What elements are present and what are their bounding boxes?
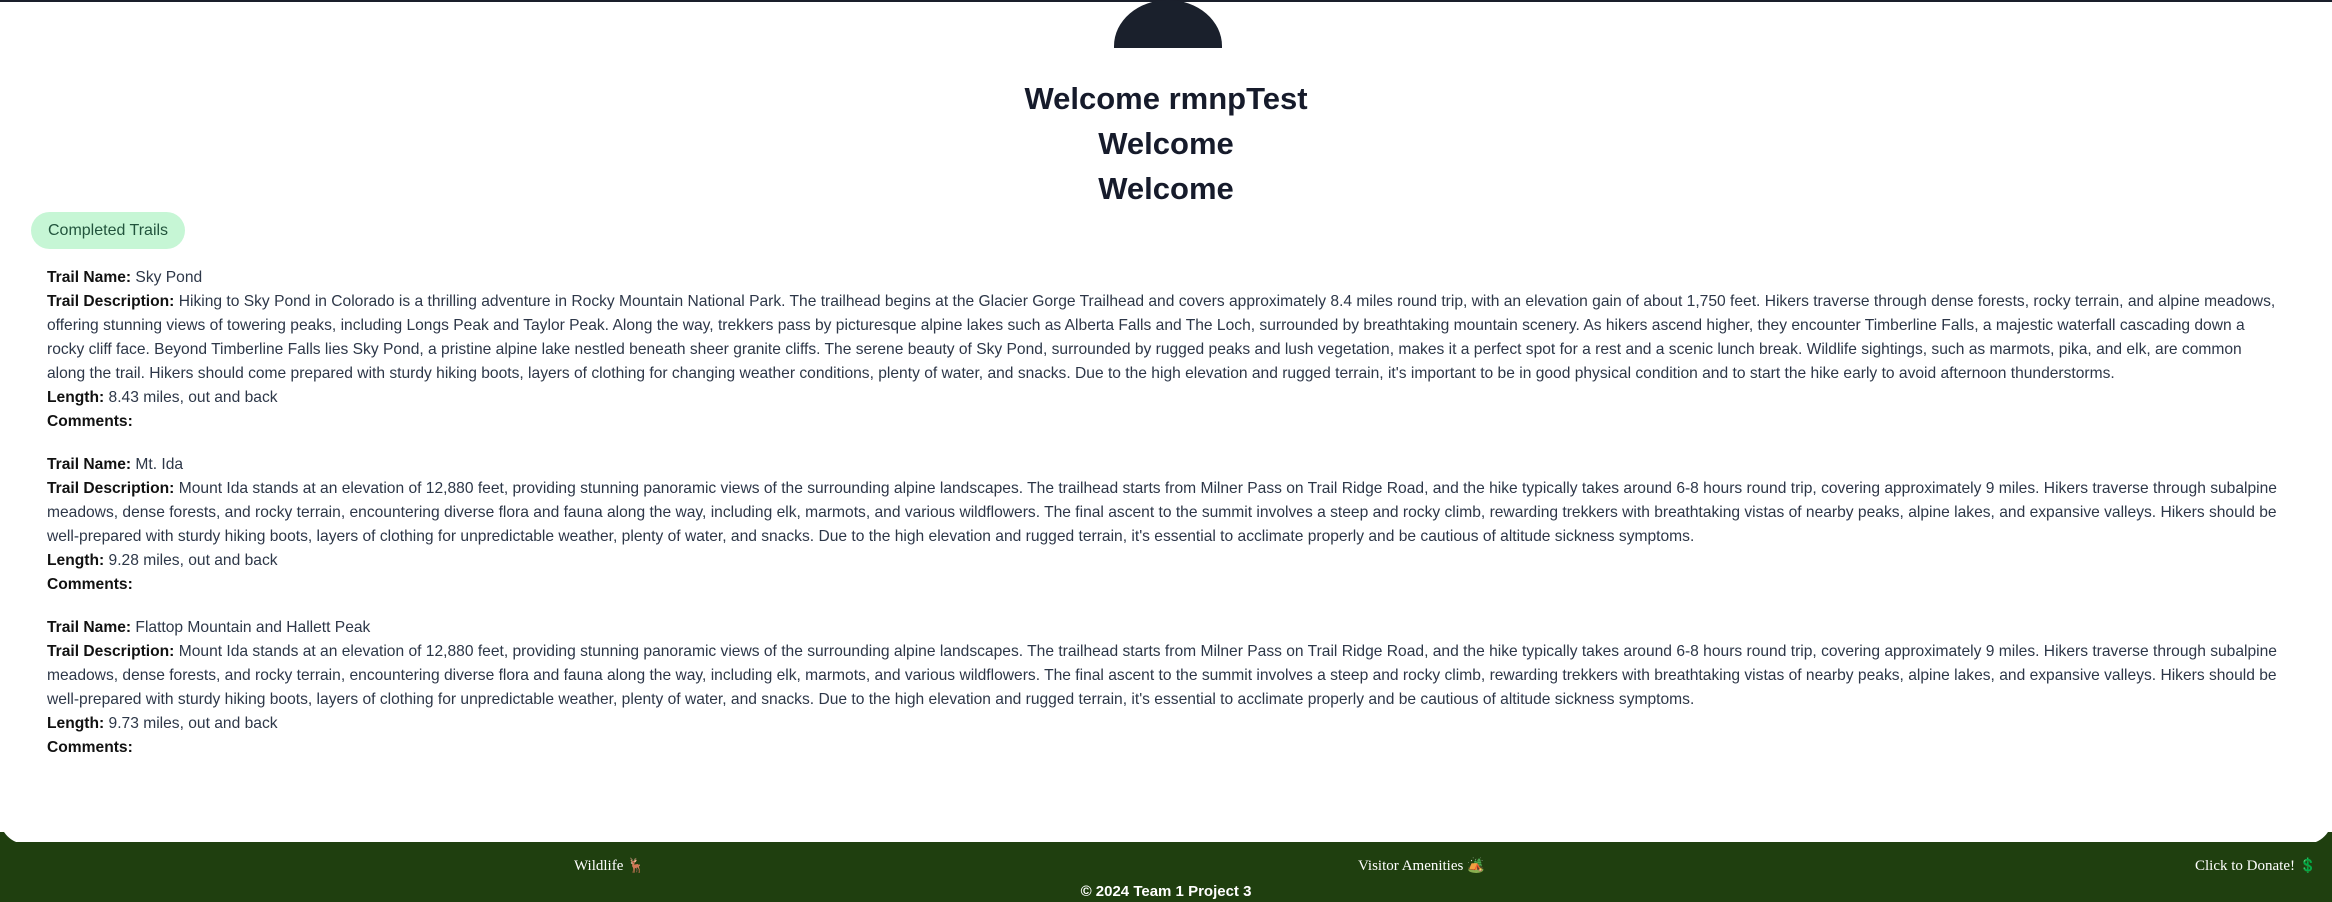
- trail-name: Sky Pond: [135, 269, 203, 286]
- trail-length-label: Length:: [47, 552, 105, 569]
- deer-icon: 🦌: [627, 859, 645, 874]
- welcome-heading: Welcome: [1098, 171, 1234, 206]
- welcome-heading: Welcome: [1098, 126, 1234, 161]
- trail-name: Mt. Ida: [135, 456, 184, 473]
- copyright: © 2024 Team 1 Project 3: [1080, 883, 1252, 900]
- trail-name-label: Trail Name:: [47, 456, 132, 473]
- trail-item: Trail Name: Flattop Mountain and Hallett…: [47, 616, 2277, 760]
- footer-link-label: Visitor Amenities: [1358, 858, 1464, 874]
- trail-comments-label: Comments:: [47, 739, 133, 756]
- trail-length: 9.73 miles, out and back: [108, 715, 278, 732]
- trail-length: 8.43 miles, out and back: [108, 389, 278, 406]
- content-bottom-curve: [0, 818, 2332, 844]
- footer-link-label: Click to Donate!: [2195, 858, 2295, 874]
- trail-description-label: Trail Description:: [47, 480, 175, 497]
- trail-name-label: Trail Name:: [47, 269, 132, 286]
- avatar[interactable]: [1114, 0, 1222, 48]
- trail-name: Flattop Mountain and Hallett Peak: [135, 619, 371, 636]
- trail-name-label: Trail Name:: [47, 619, 132, 636]
- welcome-heading-user: Welcome rmnpTest: [1024, 81, 1308, 116]
- footer-link-visitor-amenities[interactable]: Visitor Amenities 🏕️: [1358, 856, 1485, 877]
- trail-comments-label: Comments:: [47, 413, 133, 430]
- trail-description: Mount Ida stands at an elevation of 12,8…: [47, 480, 2277, 545]
- trail-length-label: Length:: [47, 389, 105, 406]
- completed-trails-badge[interactable]: Completed Trails: [31, 212, 186, 249]
- trail-length-label: Length:: [47, 715, 105, 732]
- footer-link-donate[interactable]: Click to Donate! 💲: [2195, 856, 2316, 877]
- welcome-headings: Welcome rmnpTest Welcome Welcome: [0, 76, 2332, 211]
- trail-length: 9.28 miles, out and back: [108, 552, 278, 569]
- camping-icon: 🏕️: [1467, 859, 1485, 874]
- footer-link-label: Wildlife: [574, 858, 624, 874]
- dollar-icon: 💲: [2298, 859, 2317, 874]
- trail-description: Mount Ida stands at an elevation of 12,8…: [47, 643, 2277, 708]
- footer: Wildlife 🦌 Visitor Amenities 🏕️ Click to D…: [0, 842, 2332, 902]
- trail-description-label: Trail Description:: [47, 643, 175, 660]
- trail-item: Trail Name: Sky Pond Trail Description: …: [47, 266, 2277, 434]
- trail-description: Hiking to Sky Pond in Colorado is a thri…: [47, 293, 2276, 382]
- trail-item: Trail Name: Mt. Ida Trail Description: M…: [47, 453, 2277, 597]
- trail-comments-label: Comments:: [47, 576, 133, 593]
- footer-link-wildlife[interactable]: Wildlife 🦌: [574, 856, 645, 877]
- completed-trails-list: Trail Name: Sky Pond Trail Description: …: [47, 266, 2277, 779]
- trail-description-label: Trail Description:: [47, 293, 175, 310]
